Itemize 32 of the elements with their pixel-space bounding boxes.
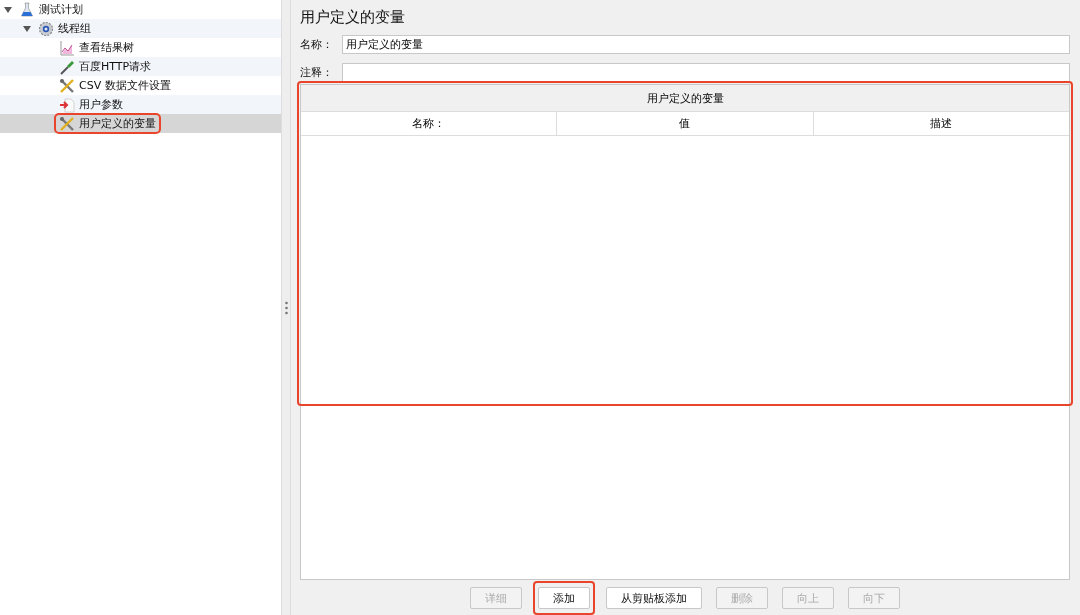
input-field[interactable]: 用户定义的变量: [342, 35, 1070, 54]
tools-icon: [59, 77, 75, 94]
tree-item[interactable]: 用户定义的变量: [0, 114, 281, 133]
split-handle[interactable]: [282, 0, 291, 615]
panel-title: 用户定义的变量: [300, 8, 406, 27]
table-title: 用户定义的变量: [301, 85, 1069, 112]
dropper-icon: [59, 58, 75, 75]
tree-item[interactable]: 用户参数: [0, 95, 281, 114]
chart-icon: [59, 39, 75, 56]
tree-item-label: 用户定义的变量: [79, 116, 156, 131]
tree-item[interactable]: CSV 数据文件设置: [0, 76, 281, 95]
expand-arrow-icon[interactable]: [23, 25, 31, 32]
field-label: 名称：: [300, 37, 334, 52]
tree-item-label: CSV 数据文件设置: [79, 78, 171, 93]
tree-item[interactable]: 查看结果树: [0, 38, 281, 57]
action-button[interactable]: 添加: [538, 587, 590, 609]
field-label: 注释：: [300, 65, 334, 80]
tree-item-label: 查看结果树: [79, 40, 134, 55]
gear-icon: [38, 20, 54, 37]
expand-arrow-icon[interactable]: [4, 6, 12, 13]
action-button[interactable]: 从剪贴板添加: [606, 587, 702, 609]
grip-icon[interactable]: [284, 300, 288, 315]
tree-item-label: 用户参数: [79, 97, 123, 112]
tree-item-label: 线程组: [58, 21, 91, 36]
tree-item[interactable]: 测试计划: [0, 0, 281, 19]
tree-item[interactable]: 线程组: [0, 19, 281, 38]
tools-icon: [59, 115, 75, 132]
page-arrow-icon: [59, 96, 75, 113]
flask-icon: [19, 1, 35, 18]
tree-item[interactable]: 百度HTTP请求: [0, 57, 281, 76]
tree-item-label: 百度HTTP请求: [79, 59, 152, 74]
tree-item-label: 测试计划: [39, 2, 83, 17]
